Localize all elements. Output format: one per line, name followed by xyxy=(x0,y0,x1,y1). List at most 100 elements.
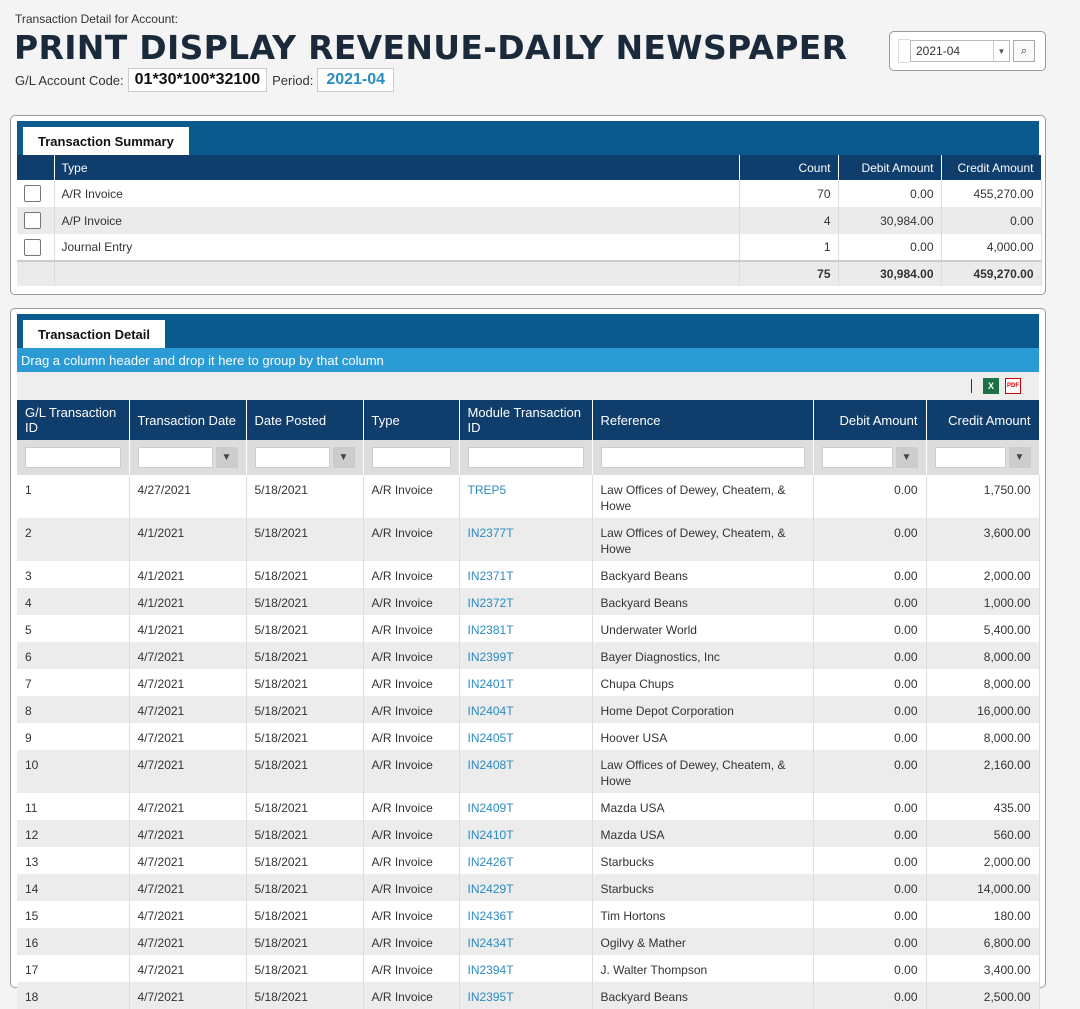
table-row[interactable]: 13 4/7/2021 5/18/2021 A/R Invoice IN2426T Sta… xyxy=(17,847,1040,874)
module-transaction-link[interactable]: IN2429T xyxy=(459,874,593,901)
filter-icon[interactable]: ▼ xyxy=(215,447,238,468)
module-transaction-link[interactable]: TREP5 xyxy=(459,475,593,518)
table-row[interactable]: 16 4/7/2021 5/18/2021 A/R Invoice IN2434T Ogi… xyxy=(17,928,1040,955)
filter-input-transaction-date[interactable] xyxy=(137,447,213,468)
column-header-transaction-date[interactable]: Transaction Date xyxy=(129,400,247,440)
toolbar-separator xyxy=(971,379,972,393)
total-debit: 30,984.00 xyxy=(838,260,942,286)
column-header-gl-id[interactable]: G/L Transaction ID xyxy=(17,400,130,440)
filter-icon[interactable]: ▼ xyxy=(332,447,355,468)
table-row[interactable]: 2 4/1/2021 5/18/2021 A/R Invoice IN2377T Law … xyxy=(17,518,1040,561)
tab-transaction-summary[interactable]: Transaction Summary xyxy=(23,127,189,155)
date-posted: 5/18/2021 xyxy=(246,901,364,928)
module-transaction-link[interactable]: IN2410T xyxy=(459,820,593,847)
group-drop-area[interactable]: Drag a column header and drop it here to… xyxy=(17,348,1039,372)
date-posted: 5/18/2021 xyxy=(246,518,364,561)
table-row[interactable]: 14 4/7/2021 5/18/2021 A/R Invoice IN2429T Sta… xyxy=(17,874,1040,901)
row-checkbox[interactable] xyxy=(24,212,41,229)
module-transaction-link[interactable]: IN2408T xyxy=(459,750,593,793)
module-transaction-link[interactable]: IN2426T xyxy=(459,847,593,874)
table-row[interactable]: 5 4/1/2021 5/18/2021 A/R Invoice IN2381T Unde… xyxy=(17,615,1040,642)
row-checkbox[interactable] xyxy=(24,238,41,256)
transaction-type: A/R Invoice xyxy=(363,750,460,793)
gl-transaction-id: 5 xyxy=(17,615,130,642)
table-row[interactable]: 15 4/7/2021 5/18/2021 A/R Invoice IN2436T Tim… xyxy=(17,901,1040,928)
transaction-type: A/R Invoice xyxy=(363,982,460,1009)
module-transaction-link[interactable]: IN2401T xyxy=(459,669,593,696)
debit-amount: 0.00 xyxy=(813,901,927,928)
account-code-value: 01*30*100*32100 xyxy=(127,68,268,92)
reference: Chupa Chups xyxy=(592,669,814,696)
table-row[interactable]: 6 4/7/2021 5/18/2021 A/R Invoice IN2399T Baye… xyxy=(17,642,1040,669)
table-row[interactable]: 4 4/1/2021 5/18/2021 A/R Invoice IN2372T Back… xyxy=(17,588,1040,615)
table-row[interactable]: 8 4/7/2021 5/18/2021 A/R Invoice IN2404T Home… xyxy=(17,696,1040,723)
module-transaction-link[interactable]: IN2371T xyxy=(459,561,593,588)
export-toolbar: X PDF xyxy=(17,372,1039,400)
period-select[interactable]: 2021-04 ▼ xyxy=(910,40,1010,62)
column-header-debit[interactable]: Debit Amount xyxy=(838,155,942,180)
module-transaction-link[interactable]: IN2381T xyxy=(459,615,593,642)
transaction-type: A/R Invoice xyxy=(363,928,460,955)
module-transaction-link[interactable]: IN2395T xyxy=(459,982,593,1009)
tab-transaction-detail[interactable]: Transaction Detail xyxy=(23,320,165,348)
date-posted: 5/18/2021 xyxy=(246,615,364,642)
transaction-type: A/R Invoice xyxy=(363,669,460,696)
filter-input-date-posted[interactable] xyxy=(254,447,330,468)
table-row[interactable]: 3 4/1/2021 5/18/2021 A/R Invoice IN2371T Back… xyxy=(17,561,1040,588)
table-row[interactable]: 7 4/7/2021 5/18/2021 A/R Invoice IN2401T Chup… xyxy=(17,669,1040,696)
chevron-down-icon[interactable]: ▼ xyxy=(993,41,1009,61)
column-header-date-posted[interactable]: Date Posted xyxy=(246,400,364,440)
debit-amount: 0.00 xyxy=(813,820,927,847)
row-checkbox[interactable] xyxy=(24,185,41,202)
filter-input-type[interactable] xyxy=(371,447,451,468)
filter-input-credit[interactable] xyxy=(934,447,1006,468)
filter-input-module-id[interactable] xyxy=(467,447,584,468)
column-header-count[interactable]: Count xyxy=(739,155,839,180)
module-transaction-link[interactable]: IN2372T xyxy=(459,588,593,615)
transaction-date: 4/27/2021 xyxy=(129,475,247,518)
filter-icon[interactable]: ▼ xyxy=(895,447,918,468)
credit-amount: 2,160.00 xyxy=(926,750,1040,793)
transaction-date: 4/7/2021 xyxy=(129,874,247,901)
table-row[interactable]: 11 4/7/2021 5/18/2021 A/R Invoice IN2409T Maz… xyxy=(17,793,1040,820)
reference: Mazda USA xyxy=(592,793,814,820)
column-header-credit[interactable]: Credit Amount xyxy=(926,400,1040,440)
column-header-type[interactable]: Type xyxy=(54,155,740,180)
summary-credit: 455,270.00 xyxy=(941,180,1042,207)
summary-table: Type Count Debit Amount Credit Amount A/… xyxy=(17,155,1042,286)
pdf-export-icon[interactable]: PDF xyxy=(1005,378,1021,394)
module-transaction-link[interactable]: IN2404T xyxy=(459,696,593,723)
table-row[interactable]: 1 4/27/2021 5/18/2021 A/R Invoice TREP5 Law O… xyxy=(17,475,1040,518)
column-header-type[interactable]: Type xyxy=(363,400,460,440)
column-header-credit[interactable]: Credit Amount xyxy=(941,155,1042,180)
filter-input-debit[interactable] xyxy=(821,447,893,468)
module-transaction-link[interactable]: IN2377T xyxy=(459,518,593,561)
table-row[interactable]: 12 4/7/2021 5/18/2021 A/R Invoice IN2410T Maz… xyxy=(17,820,1040,847)
filter-icon[interactable]: ▼ xyxy=(1008,447,1031,468)
excel-export-icon[interactable]: X xyxy=(983,378,999,394)
module-transaction-link[interactable]: IN2409T xyxy=(459,793,593,820)
filter-input-reference[interactable] xyxy=(600,447,805,468)
page-subtitle: Transaction Detail for Account: xyxy=(15,12,178,26)
filter-input-gl-id[interactable] xyxy=(25,447,121,468)
column-header-module-id[interactable]: Module Transaction ID xyxy=(459,400,593,440)
column-header-reference[interactable]: Reference xyxy=(592,400,814,440)
debit-amount: 0.00 xyxy=(813,928,927,955)
table-row[interactable]: 18 4/7/2021 5/18/2021 A/R Invoice IN2395T Bac… xyxy=(17,982,1040,1009)
module-transaction-link[interactable]: IN2434T xyxy=(459,928,593,955)
module-transaction-link[interactable]: IN2399T xyxy=(459,642,593,669)
table-row[interactable]: 9 4/7/2021 5/18/2021 A/R Invoice IN2405T Hoov… xyxy=(17,723,1040,750)
gl-transaction-id: 7 xyxy=(17,669,130,696)
reference: Law Offices of Dewey, Cheatem, & Howe xyxy=(592,475,814,518)
module-transaction-link[interactable]: IN2436T xyxy=(459,901,593,928)
table-row[interactable]: 10 4/7/2021 5/18/2021 A/R Invoice IN2408T Law… xyxy=(17,750,1040,793)
credit-amount: 14,000.00 xyxy=(926,874,1040,901)
module-transaction-link[interactable]: IN2405T xyxy=(459,723,593,750)
gl-transaction-id: 17 xyxy=(17,955,130,982)
module-transaction-link[interactable]: IN2394T xyxy=(459,955,593,982)
table-row[interactable]: 17 4/7/2021 5/18/2021 A/R Invoice IN2394T J. … xyxy=(17,955,1040,982)
column-header-debit[interactable]: Debit Amount xyxy=(813,400,927,440)
search-button[interactable]: ⌕ xyxy=(1013,40,1035,62)
credit-amount: 2,000.00 xyxy=(926,561,1040,588)
transaction-date: 4/1/2021 xyxy=(129,518,247,561)
